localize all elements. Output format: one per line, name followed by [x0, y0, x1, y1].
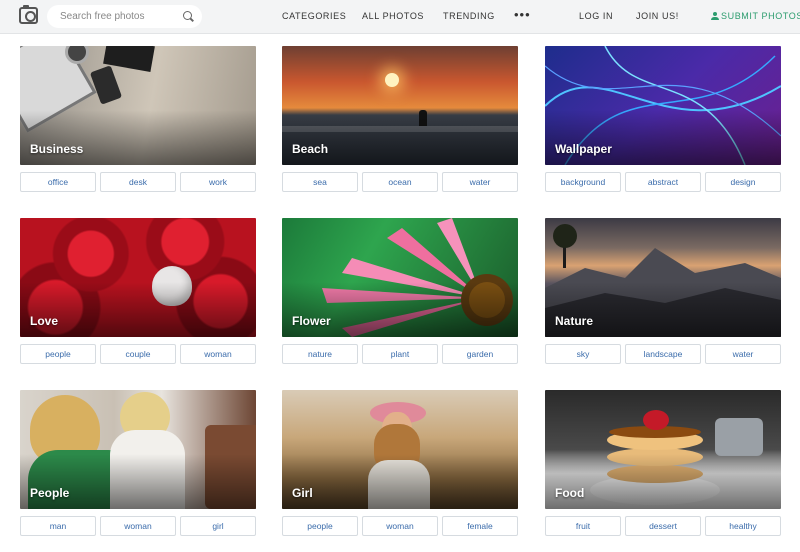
- tag-button[interactable]: healthy: [705, 516, 781, 536]
- tag-button[interactable]: garden: [442, 344, 518, 364]
- tag-button[interactable]: office: [20, 172, 96, 192]
- category-title: Girl: [292, 486, 313, 500]
- tag-button[interactable]: nature: [282, 344, 358, 364]
- photo-shade: [545, 110, 781, 165]
- tag-button[interactable]: landscape: [625, 344, 701, 364]
- tag-button[interactable]: plant: [362, 344, 438, 364]
- nav-trending[interactable]: TRENDING: [443, 11, 495, 21]
- tag-button[interactable]: background: [545, 172, 621, 192]
- category-card-girl: Girl people woman female: [282, 390, 518, 536]
- tag-list: nature plant garden: [282, 344, 518, 364]
- photo-shade: [20, 454, 256, 509]
- category-card-business: Business office desk work: [20, 46, 256, 192]
- search-box[interactable]: [47, 5, 202, 28]
- category-photo[interactable]: Girl: [282, 390, 518, 509]
- photo-shade: [20, 110, 256, 165]
- category-title: Business: [30, 142, 84, 156]
- tag-button[interactable]: work: [180, 172, 256, 192]
- tag-button[interactable]: ocean: [362, 172, 438, 192]
- tag-list: man woman girl: [20, 516, 256, 536]
- category-photo[interactable]: Nature: [545, 218, 781, 337]
- category-photo[interactable]: Love: [20, 218, 256, 337]
- tag-button[interactable]: woman: [180, 344, 256, 364]
- tag-list: fruit dessert healthy: [545, 516, 781, 536]
- top-navigation-bar: CATEGORIES ALL PHOTOS TRENDING ••• LOG I…: [0, 0, 800, 34]
- photo-shade: [20, 282, 256, 337]
- login-link[interactable]: LOG IN: [579, 11, 613, 21]
- tag-button[interactable]: dessert: [625, 516, 701, 536]
- tag-button[interactable]: sea: [282, 172, 358, 192]
- camera-logo-icon[interactable]: [19, 5, 38, 24]
- category-card-flower: Flower nature plant garden: [282, 218, 518, 364]
- category-card-love: Love people couple woman: [20, 218, 256, 364]
- tag-button[interactable]: woman: [100, 516, 176, 536]
- tag-button[interactable]: female: [442, 516, 518, 536]
- category-card-people: People man woman girl: [20, 390, 256, 536]
- tag-button[interactable]: man: [20, 516, 96, 536]
- tag-button[interactable]: couple: [100, 344, 176, 364]
- category-card-nature: Nature sky landscape water: [545, 218, 781, 364]
- category-title: Food: [555, 486, 585, 500]
- tag-button[interactable]: water: [705, 344, 781, 364]
- more-menu-icon[interactable]: •••: [514, 7, 531, 22]
- tag-list: sky landscape water: [545, 344, 781, 364]
- sun-graphic: [385, 73, 399, 87]
- submit-photos-link[interactable]: SUBMIT PHOTOS: [711, 11, 800, 21]
- tag-button[interactable]: desk: [100, 172, 176, 192]
- photo-shade: [545, 454, 781, 509]
- tag-list: people woman female: [282, 516, 518, 536]
- category-photo[interactable]: Food: [545, 390, 781, 509]
- category-card-beach: Beach sea ocean water: [282, 46, 518, 192]
- submit-photos-label: SUBMIT PHOTOS: [721, 11, 800, 21]
- tag-button[interactable]: people: [20, 344, 96, 364]
- cup-graphic: [65, 46, 89, 64]
- category-title: Love: [30, 314, 59, 328]
- tag-button[interactable]: girl: [180, 516, 256, 536]
- search-icon[interactable]: [183, 11, 192, 20]
- tag-list: people couple woman: [20, 344, 256, 364]
- tag-list: office desk work: [20, 172, 256, 192]
- category-title: Flower: [292, 314, 331, 328]
- tag-list: sea ocean water: [282, 172, 518, 192]
- photo-shade: [545, 282, 781, 337]
- category-photo[interactable]: Beach: [282, 46, 518, 165]
- category-photo[interactable]: Flower: [282, 218, 518, 337]
- category-title: Wallpaper: [555, 142, 612, 156]
- tag-list: background abstract design: [545, 172, 781, 192]
- join-link[interactable]: JOIN US!: [636, 11, 679, 21]
- nav-all-photos[interactable]: ALL PHOTOS: [362, 11, 424, 21]
- tag-button[interactable]: water: [442, 172, 518, 192]
- user-upload-icon: [711, 12, 719, 20]
- phone-graphic: [89, 65, 123, 105]
- category-photo[interactable]: People: [20, 390, 256, 509]
- search-input[interactable]: [60, 11, 178, 22]
- nav-categories[interactable]: CATEGORIES: [282, 11, 346, 21]
- tag-button[interactable]: fruit: [545, 516, 621, 536]
- cream-jar-graphic: [715, 418, 763, 456]
- category-title: People: [30, 486, 70, 500]
- photo-shade: [282, 110, 518, 165]
- tag-button[interactable]: abstract: [625, 172, 701, 192]
- photo-shade: [282, 454, 518, 509]
- tag-button[interactable]: people: [282, 516, 358, 536]
- category-photo[interactable]: Business: [20, 46, 256, 165]
- category-title: Nature: [555, 314, 594, 328]
- category-photo[interactable]: Wallpaper: [545, 46, 781, 165]
- category-card-wallpaper: Wallpaper background abstract design: [545, 46, 781, 192]
- berries-graphic: [643, 410, 669, 430]
- photo-shade: [282, 282, 518, 337]
- category-title: Beach: [292, 142, 329, 156]
- tag-button[interactable]: woman: [362, 516, 438, 536]
- tag-button[interactable]: sky: [545, 344, 621, 364]
- tag-button[interactable]: design: [705, 172, 781, 192]
- category-card-food: Food fruit dessert healthy: [545, 390, 781, 536]
